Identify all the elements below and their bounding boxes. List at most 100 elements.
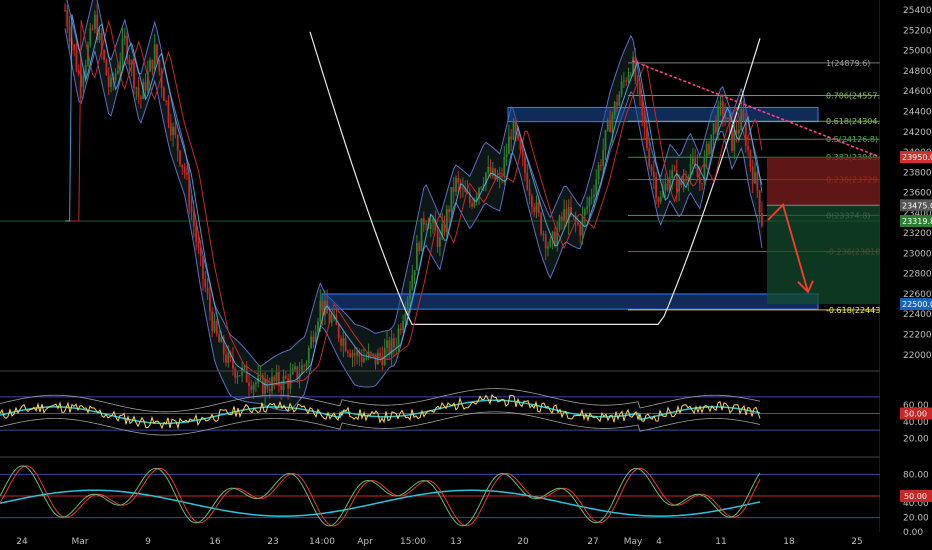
candle-body (751, 166, 754, 184)
candle-body (317, 321, 319, 333)
candle-body (742, 109, 745, 120)
candle-body (620, 81, 623, 95)
rsi-pane (0, 388, 880, 436)
candle-body (439, 237, 441, 247)
stoch-tick-label: 0.00 (903, 528, 923, 538)
candle-body (372, 353, 375, 355)
candle-body (75, 50, 78, 71)
trading-chart[interactable]: 1(24879.6) 0.786(24557.4) 0.618(24304.5) 0.… (0, 0, 932, 550)
candle-body (174, 126, 177, 136)
candle-body (342, 338, 345, 346)
candle-body (627, 75, 630, 82)
candle-body (340, 338, 342, 346)
time-tick-label: 14:00 (309, 537, 335, 547)
candle-body (190, 206, 193, 212)
candle-body (501, 175, 503, 177)
candle-body (549, 239, 552, 247)
take-profit-zone (767, 205, 880, 305)
candle-body (708, 143, 710, 155)
candle-body (314, 332, 317, 343)
price-tick-label: 25000.0 (903, 47, 932, 57)
candle-body (462, 187, 464, 189)
candle-body (404, 313, 407, 321)
candle-body (393, 338, 395, 348)
stoch-tick-label: 20.00 (903, 514, 929, 524)
time-tick-label: May (624, 537, 643, 547)
candle-body (717, 105, 720, 132)
candle-body (107, 75, 110, 88)
candle-body (110, 77, 112, 88)
candle-body (510, 136, 513, 140)
candle-body (692, 158, 694, 164)
candle-body (103, 50, 105, 60)
candle-body (278, 372, 280, 386)
candle-body (84, 64, 87, 76)
short-position-box[interactable] (767, 157, 880, 305)
candle-body (252, 384, 255, 390)
candle-body (117, 70, 119, 74)
candle-body (436, 230, 439, 247)
candle-body (533, 206, 536, 212)
candle-body (310, 336, 312, 348)
candle-body (491, 168, 494, 177)
candle-body (652, 171, 655, 178)
time-axis[interactable]: 24 Mar 9 16 23 14:00 Apr 15:00 13 20 27 May 4 11 18 25 (16, 537, 862, 547)
price-tick-label: 22000.0 (903, 351, 932, 361)
candle-body (386, 340, 388, 349)
candle-body (521, 149, 524, 157)
candle-body (747, 146, 749, 151)
price-tick-label: 22400.0 (903, 310, 932, 320)
candle-body (616, 102, 618, 106)
candle-body (68, 26, 71, 42)
time-tick-label: Apr (357, 537, 373, 547)
candle-body (646, 128, 648, 149)
candle-body (726, 117, 729, 120)
candle-body (705, 143, 708, 158)
candle-body (245, 365, 248, 383)
candle-body (307, 347, 310, 364)
candle-body (528, 189, 531, 197)
candle-body (595, 179, 598, 195)
stop-loss-zone (767, 157, 880, 206)
candle-body (639, 82, 641, 98)
candle-body (577, 221, 579, 225)
candle-body (296, 366, 299, 379)
candle-body (165, 100, 168, 102)
resistance-zone (507, 106, 819, 123)
candle-body (151, 59, 154, 69)
candle-body (623, 80, 625, 82)
candle-body (425, 223, 427, 225)
candle-body (73, 44, 76, 51)
candle-body (215, 321, 218, 335)
candle-body (457, 178, 460, 183)
support-zone (321, 293, 819, 310)
price-axis[interactable]: 25400.0 25200.0 25000.0 24800.0 24600.0 24400… (880, 0, 932, 550)
candle-body (452, 187, 455, 192)
candle-body (128, 59, 131, 65)
candle-body (77, 70, 80, 75)
candle-body (611, 115, 614, 133)
candle-body (211, 311, 214, 332)
candle-body (643, 115, 646, 129)
candle-body (381, 356, 384, 366)
time-tick-label: 18 (783, 537, 795, 547)
candle-body (698, 177, 701, 183)
candle-body (487, 166, 490, 173)
time-tick-label: 11 (715, 537, 726, 547)
candle-body (268, 388, 271, 392)
candle-body (650, 166, 653, 172)
candle-body (450, 187, 453, 212)
candle-body (172, 126, 174, 136)
time-tick-label: 20 (517, 537, 529, 547)
candle-body (593, 194, 595, 198)
price-tick-label: 24600.0 (903, 87, 932, 97)
candle-body (597, 165, 600, 180)
candle-body (199, 247, 202, 256)
candle-body (227, 352, 230, 363)
stoch-tag-label: 50.00 (904, 492, 927, 501)
candle-body (186, 172, 188, 175)
candle-body (192, 211, 195, 227)
candle-body (420, 218, 423, 252)
candle-body (524, 156, 526, 173)
candle-body (609, 119, 611, 133)
